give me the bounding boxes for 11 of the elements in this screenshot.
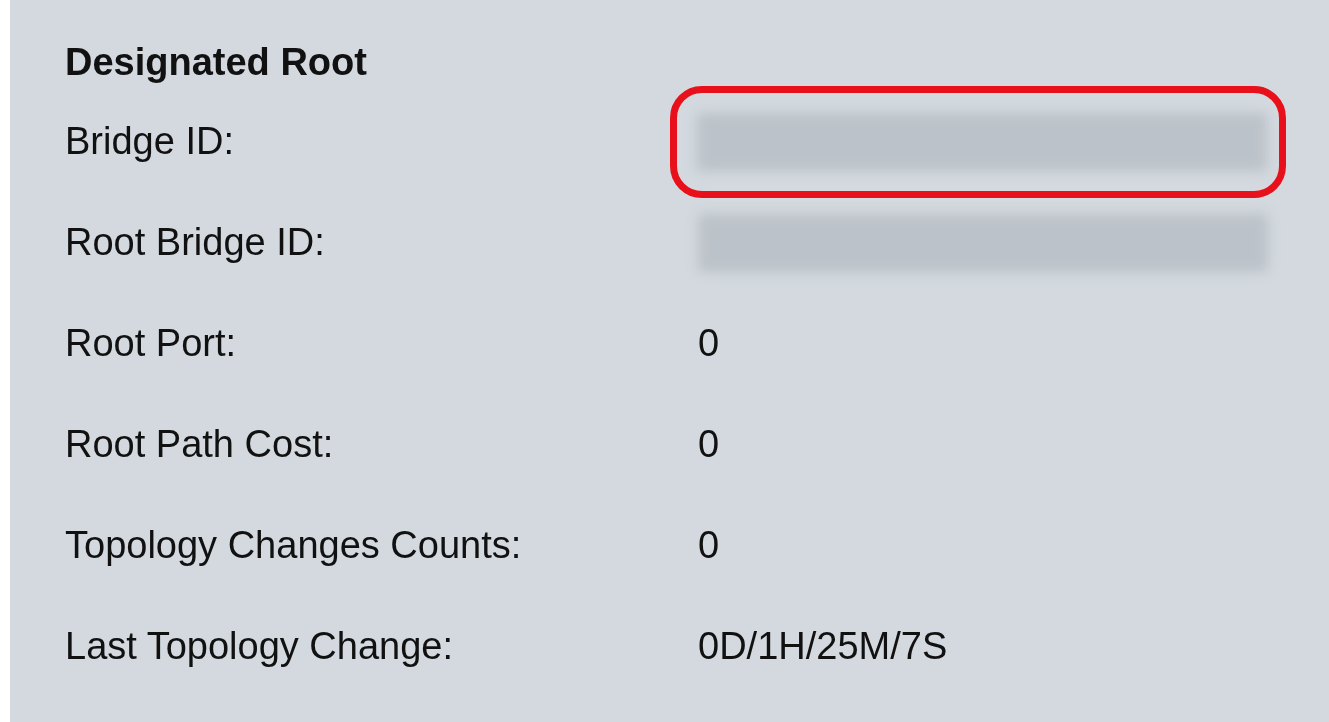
field-value: 0D/1H/25M/7S <box>698 624 948 669</box>
field-value: 0 <box>698 523 720 568</box>
section-title: Designated Root <box>65 39 367 85</box>
field-value: 0 <box>698 422 720 467</box>
field-label: Bridge ID: <box>65 119 235 164</box>
field-label: Topology Changes Counts: <box>65 523 523 568</box>
field-label: Last Topology Change: <box>65 624 455 669</box>
field-label: Root Port: <box>65 321 238 366</box>
field-label: Root Bridge ID: <box>65 220 326 265</box>
field-value: 0 <box>698 321 720 366</box>
field-label: Root Path Cost: <box>65 422 335 467</box>
